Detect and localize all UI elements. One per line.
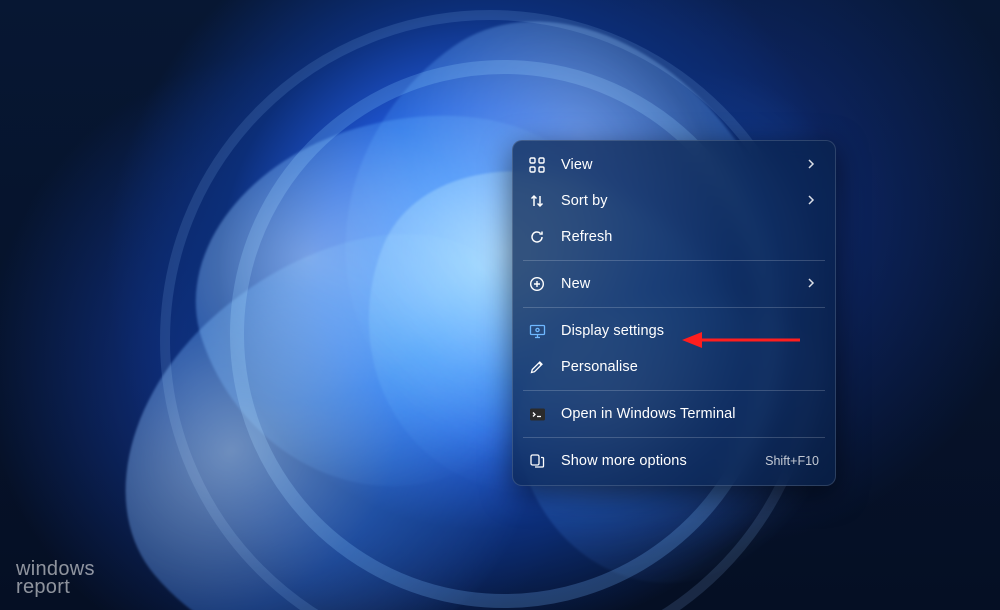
menu-item-refresh[interactable]: Refresh (519, 219, 829, 255)
menu-item-label: View (561, 157, 791, 173)
view-grid-icon (527, 155, 547, 175)
menu-item-new[interactable]: New (519, 266, 829, 302)
menu-item-label: Open in Windows Terminal (561, 406, 819, 422)
menu-item-sort-by[interactable]: Sort by (519, 183, 829, 219)
menu-item-label: Personalise (561, 359, 819, 375)
menu-item-label: Display settings (561, 323, 819, 339)
menu-item-show-more-options[interactable]: Show more options Shift+F10 (519, 443, 829, 479)
desktop-context-menu: View Sort by Refresh (512, 140, 836, 486)
menu-item-label: Show more options (561, 453, 743, 469)
menu-item-display-settings[interactable]: Display settings (519, 313, 829, 349)
menu-separator (523, 437, 825, 438)
chevron-right-icon (805, 277, 819, 291)
display-settings-icon (527, 321, 547, 341)
menu-separator (523, 390, 825, 391)
menu-item-label: New (561, 276, 791, 292)
menu-item-label: Refresh (561, 229, 819, 245)
sort-icon (527, 191, 547, 211)
watermark: windows report (16, 560, 95, 596)
personalise-pencil-icon (527, 357, 547, 377)
show-more-icon (527, 451, 547, 471)
refresh-icon (527, 227, 547, 247)
watermark-line2: report (16, 578, 95, 596)
menu-item-open-terminal[interactable]: Open in Windows Terminal (519, 396, 829, 432)
menu-item-shortcut: Shift+F10 (765, 454, 819, 468)
terminal-icon (527, 404, 547, 424)
menu-item-view[interactable]: View (519, 147, 829, 183)
menu-separator (523, 260, 825, 261)
desktop-wallpaper (0, 0, 1000, 610)
chevron-right-icon (805, 194, 819, 208)
menu-item-label: Sort by (561, 193, 791, 209)
chevron-right-icon (805, 158, 819, 172)
menu-separator (523, 307, 825, 308)
new-plus-icon (527, 274, 547, 294)
menu-item-personalise[interactable]: Personalise (519, 349, 829, 385)
